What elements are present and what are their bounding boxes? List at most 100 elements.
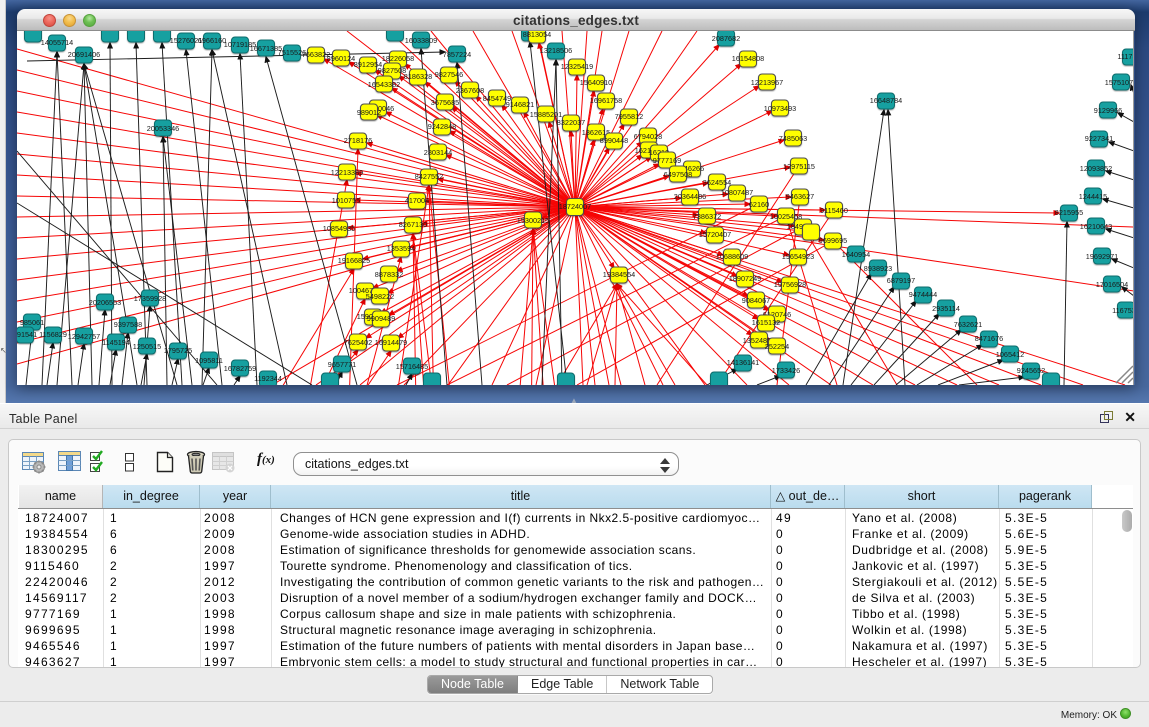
svg-text:9129966: 9129966 <box>1094 106 1122 115</box>
svg-text:1640954: 1640954 <box>842 250 870 259</box>
svg-text:16543382: 16543382 <box>368 80 400 89</box>
svg-text:12213967: 12213967 <box>751 78 783 87</box>
svg-text:20053346: 20053346 <box>147 124 179 133</box>
svg-text:1156829: 1156829 <box>39 330 67 339</box>
svg-text:2803144: 2803144 <box>424 148 452 157</box>
svg-text:18724007: 18724007 <box>559 202 591 211</box>
svg-text:20364486: 20364486 <box>674 192 706 201</box>
svg-text:1795725: 1795725 <box>164 346 192 355</box>
svg-text:19166825: 19166825 <box>338 256 370 265</box>
svg-text:9115460: 9115460 <box>820 206 848 215</box>
svg-text:9397588: 9397588 <box>114 320 142 329</box>
svg-text:9474444: 9474444 <box>909 290 937 299</box>
svg-text:8267130: 8267130 <box>399 220 427 229</box>
svg-text:8938923: 8938923 <box>864 264 892 273</box>
svg-text:417004: 417004 <box>405 196 429 205</box>
svg-text:12093852: 12093852 <box>1080 164 1112 173</box>
svg-text:9084067: 9084067 <box>742 296 770 305</box>
svg-text:9245652: 9245652 <box>1017 366 1045 375</box>
svg-text:16648784: 16648784 <box>870 96 902 105</box>
svg-text:8215955: 8215955 <box>1055 208 1083 217</box>
svg-text:1117304: 1117304 <box>1117 52 1134 61</box>
svg-text:1353594: 1353594 <box>387 244 415 253</box>
svg-text:16782759: 16782759 <box>224 364 256 373</box>
svg-text:9657771: 9657771 <box>328 360 356 369</box>
svg-text:15720407: 15720407 <box>699 230 731 239</box>
svg-text:1065412: 1065412 <box>996 350 1024 359</box>
svg-text:9227341: 9227341 <box>1085 134 1113 143</box>
svg-text:15751074: 15751074 <box>1105 78 1134 87</box>
svg-text:1192344: 1192344 <box>254 374 282 383</box>
svg-text:6497508: 6497508 <box>664 170 692 179</box>
svg-text:15716485: 15716485 <box>396 362 428 371</box>
svg-text:17016504: 17016504 <box>1096 280 1128 289</box>
svg-text:2087682: 2087682 <box>712 34 740 43</box>
svg-text:7955812: 7955812 <box>615 112 643 121</box>
svg-text:6966160: 6966160 <box>198 36 226 45</box>
svg-text:13218506: 13218506 <box>540 46 572 55</box>
svg-text:18907249: 18907249 <box>729 274 761 283</box>
svg-text:18226058: 18226058 <box>382 54 414 63</box>
svg-text:985061: 985061 <box>20 318 44 327</box>
svg-text:7632621: 7632621 <box>954 320 982 329</box>
svg-text:9827546: 9827546 <box>435 70 463 79</box>
svg-text:8990448: 8990448 <box>600 136 628 145</box>
svg-text:16210643: 16210643 <box>1080 222 1112 231</box>
svg-text:989012: 989012 <box>357 108 381 117</box>
svg-text:9777169: 9777169 <box>653 156 681 165</box>
svg-text:20206553: 20206553 <box>89 298 121 307</box>
svg-text:10688609: 10688609 <box>716 252 748 261</box>
svg-text:8186328: 8186328 <box>404 72 432 81</box>
svg-text:20691406: 20691406 <box>68 50 100 59</box>
svg-text:19756928: 19756928 <box>774 280 806 289</box>
svg-text:16914479: 16914479 <box>375 338 407 347</box>
svg-text:19384554: 19384554 <box>603 270 635 279</box>
svg-text:9242848: 9242848 <box>428 122 456 131</box>
svg-text:19654923: 19654923 <box>782 252 814 261</box>
svg-text:8427552: 8427552 <box>415 172 443 181</box>
svg-text:8813054: 8813054 <box>523 31 551 39</box>
svg-text:7386372: 7386372 <box>693 212 721 221</box>
svg-text:1244415: 1244415 <box>1079 192 1107 201</box>
svg-text:9909489: 9909489 <box>367 314 395 323</box>
svg-text:12213389: 12213389 <box>331 168 363 177</box>
svg-text:12975115: 12975115 <box>783 162 815 171</box>
svg-text:9827508: 9827508 <box>378 66 406 75</box>
svg-text:3675685: 3675685 <box>431 98 459 107</box>
svg-text:6794028: 6794028 <box>634 132 662 141</box>
svg-text:16154808: 16154808 <box>732 54 764 63</box>
svg-text:1250515: 1250515 <box>133 342 161 351</box>
svg-text:2935114: 2935114 <box>932 304 960 313</box>
svg-text:14136141: 14136141 <box>727 358 759 367</box>
svg-text:1167533: 1167533 <box>1112 306 1134 315</box>
svg-text:8878332: 8878332 <box>375 270 403 279</box>
svg-text:2718176: 2718176 <box>344 136 372 145</box>
svg-text:3624554: 3624554 <box>703 178 731 187</box>
svg-text:16961758: 16961758 <box>590 96 622 105</box>
svg-text:62160: 62160 <box>749 200 769 209</box>
svg-text:12942757: 12942757 <box>68 332 100 341</box>
svg-text:12325419: 12325419 <box>561 62 593 71</box>
svg-text:7485063: 7485063 <box>779 134 807 143</box>
svg-text:7625402: 7625402 <box>344 338 372 347</box>
svg-text:8322037: 8322037 <box>557 118 585 127</box>
svg-text:9463627: 9463627 <box>786 192 814 201</box>
svg-text:7857224: 7857224 <box>443 50 471 59</box>
svg-text:5498222: 5498222 <box>366 292 394 301</box>
svg-text:991541: 991541 <box>17 330 37 339</box>
svg-text:9146821: 9146821 <box>506 100 534 109</box>
svg-text:1145194: 1145194 <box>102 338 130 347</box>
svg-text:16033809: 16033809 <box>405 36 437 45</box>
svg-text:1615132: 1615132 <box>752 318 780 327</box>
svg-text:252254: 252254 <box>765 342 789 351</box>
svg-text:2367608: 2367608 <box>456 86 484 95</box>
svg-text:14055714: 14055714 <box>41 38 73 47</box>
svg-text:1095811: 1095811 <box>195 356 223 365</box>
svg-text:8960124: 8960124 <box>327 54 355 63</box>
svg-text:8471676: 8471676 <box>975 334 1003 343</box>
svg-text:10854935: 10854935 <box>323 224 355 233</box>
svg-text:15300215: 15300215 <box>517 216 549 225</box>
svg-text:10807487: 10807487 <box>721 188 753 197</box>
svg-text:1733426: 1733426 <box>772 366 800 375</box>
svg-text:1010755: 1010755 <box>332 196 360 205</box>
